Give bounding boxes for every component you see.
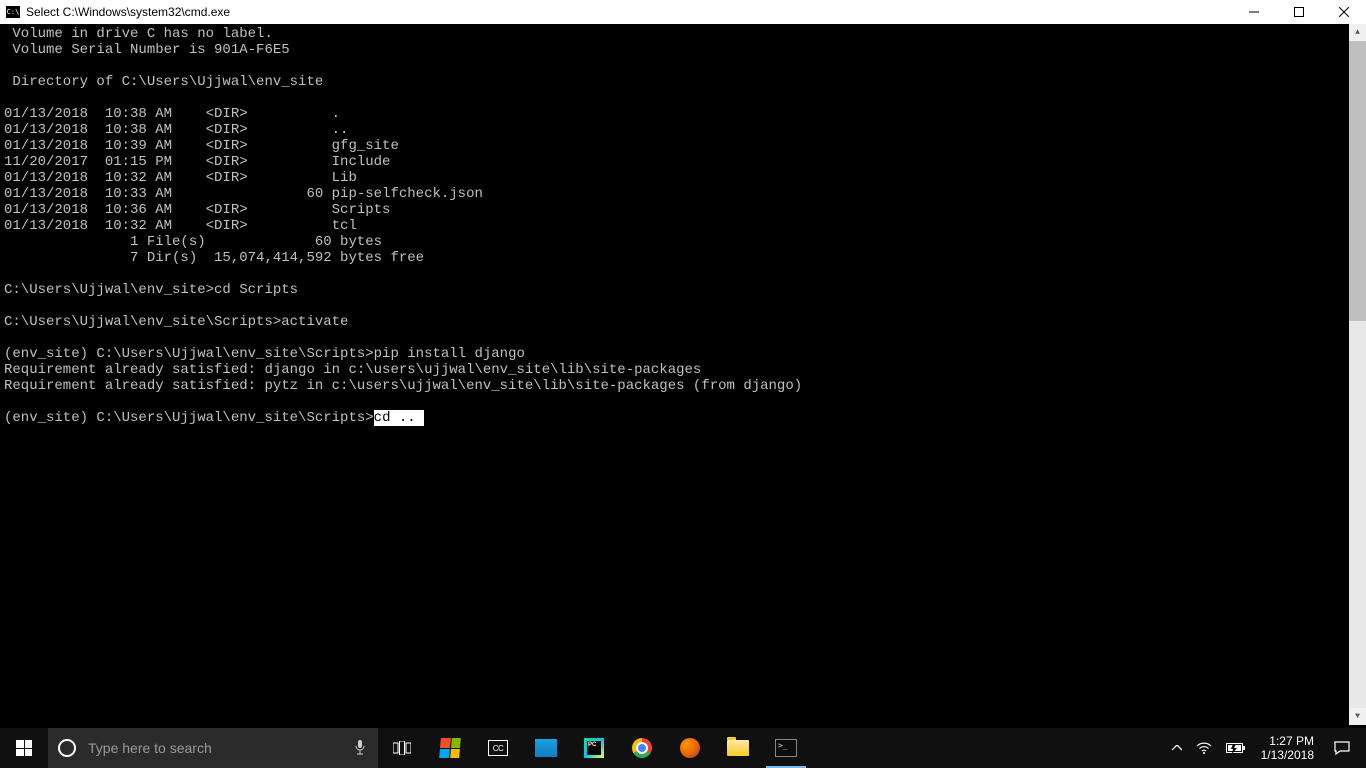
window-title: Select C:\Windows\system32\cmd.exe	[26, 5, 1231, 19]
task-view-button[interactable]	[378, 728, 426, 768]
start-button[interactable]	[0, 728, 48, 768]
taskbar-vs[interactable]	[522, 728, 570, 768]
windows-logo-icon	[16, 740, 32, 756]
tray-battery[interactable]	[1219, 728, 1253, 768]
search-placeholder: Type here to search	[88, 740, 212, 756]
maximize-button[interactable]	[1276, 0, 1321, 24]
scroll-down-button[interactable]: ▼	[1349, 708, 1366, 725]
mic-icon[interactable]	[342, 739, 378, 758]
cc-icon: CC	[488, 740, 508, 756]
scrollbar-track[interactable]	[1349, 41, 1366, 708]
cortana-icon	[58, 739, 76, 757]
close-icon	[1339, 7, 1349, 17]
chevron-up-icon	[1172, 745, 1182, 751]
notification-icon	[1334, 740, 1350, 756]
taskbar-pycharm[interactable]: PC	[570, 728, 618, 768]
scroll-up-button[interactable]: ▲	[1349, 24, 1366, 41]
minimize-button[interactable]	[1231, 0, 1276, 24]
terminal-text: Volume in drive C has no label. Volume S…	[4, 26, 802, 394]
wifi-icon	[1196, 742, 1212, 754]
taskbar[interactable]: Type here to search CC PC	[0, 728, 1366, 768]
battery-icon	[1226, 742, 1246, 754]
task-view-icon	[393, 741, 411, 755]
taskbar-chrome[interactable]	[618, 728, 666, 768]
taskbar-captions[interactable]: CC	[474, 728, 522, 768]
search-box[interactable]: Type here to search	[48, 728, 378, 768]
scrollbar-thumb[interactable]	[1349, 41, 1366, 321]
clock-date: 1/13/2018	[1261, 748, 1314, 762]
terminal-output[interactable]: Volume in drive C has no label. Volume S…	[0, 24, 1366, 725]
chrome-icon	[632, 738, 652, 758]
minimize-icon	[1249, 7, 1259, 17]
taskbar-firefox[interactable]	[666, 728, 714, 768]
taskbar-file-explorer[interactable]	[714, 728, 762, 768]
taskbar-cmd[interactable]	[762, 728, 810, 768]
prompt-prefix: (env_site) C:\Users\Ujjwal\env_site\Scri…	[4, 410, 374, 426]
tray-wifi[interactable]	[1189, 728, 1219, 768]
firefox-icon	[680, 738, 700, 758]
action-center-button[interactable]	[1322, 728, 1362, 768]
microsoft-store-icon	[439, 738, 461, 758]
visual-studio-icon	[535, 739, 557, 757]
maximize-icon	[1294, 7, 1304, 17]
pycharm-icon: PC	[584, 738, 604, 758]
taskbar-microsoft-store[interactable]	[426, 728, 474, 768]
selected-command-text[interactable]: cd ..	[374, 410, 424, 426]
tray-chevron[interactable]	[1165, 728, 1189, 768]
taskbar-clock[interactable]: 1:27 PM 1/13/2018	[1253, 734, 1322, 762]
system-tray: 1:27 PM 1/13/2018	[1165, 728, 1366, 768]
clock-time: 1:27 PM	[1261, 734, 1314, 748]
vertical-scrollbar[interactable]: ▲ ▼	[1349, 24, 1366, 725]
cmd-icon	[775, 739, 797, 757]
folder-icon	[727, 740, 749, 756]
titlebar[interactable]: C:\ Select C:\Windows\system32\cmd.exe	[0, 0, 1366, 24]
taskbar-apps: CC PC	[426, 728, 810, 768]
cmd-app-icon: C:\	[6, 6, 20, 18]
close-button[interactable]	[1321, 0, 1366, 24]
window-controls	[1231, 0, 1366, 24]
